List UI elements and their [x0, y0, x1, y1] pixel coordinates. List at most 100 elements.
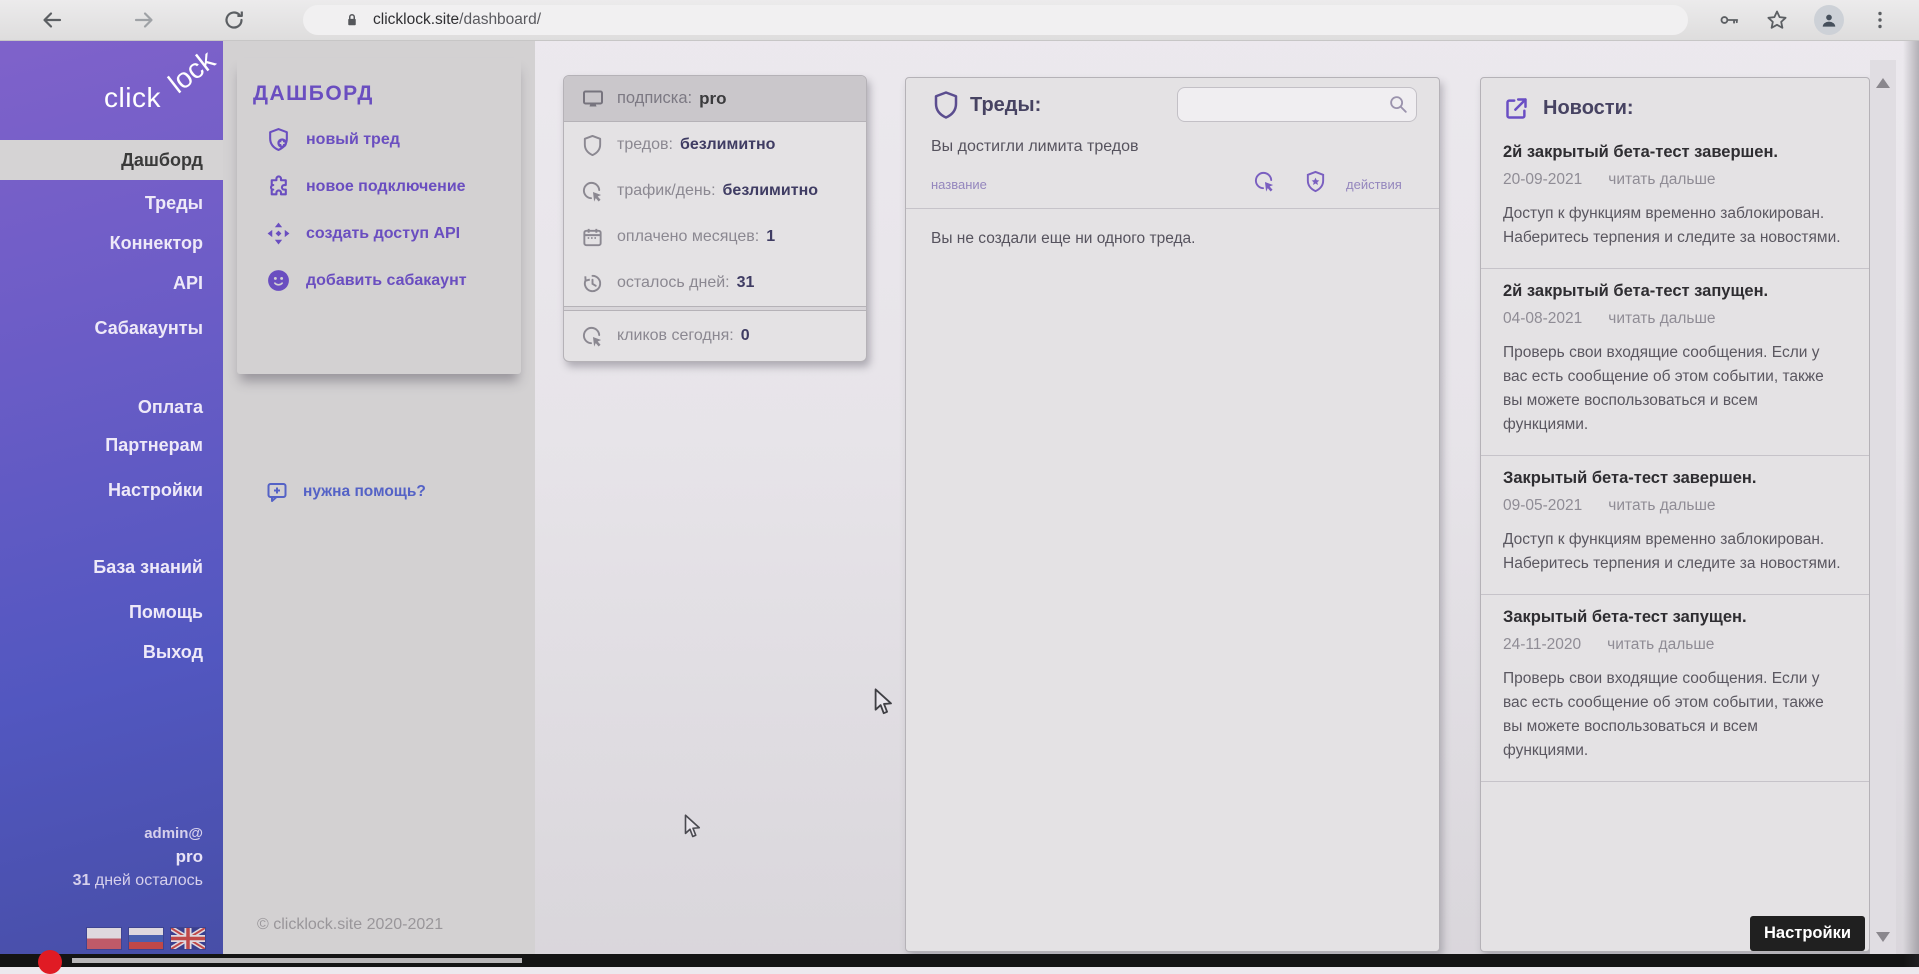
sidebar-item-settings[interactable]: Настройки [0, 475, 223, 505]
need-help-button[interactable]: нужна помощь? [265, 472, 426, 512]
russian-flag-icon[interactable] [129, 928, 163, 949]
new-thread-button[interactable]: новый тред [266, 116, 513, 163]
browser-menu-icon[interactable] [1868, 8, 1892, 32]
paid-months-label: оплачено месяцев: [617, 228, 759, 246]
read-more-link[interactable]: читать дальше [1607, 636, 1714, 654]
puzzle-icon [266, 174, 291, 199]
news-item-body: Проверь свои входящие сообщения. Если у … [1503, 341, 1847, 437]
calendar-icon [581, 226, 604, 249]
page-scrollbar[interactable] [1870, 60, 1896, 955]
column-header-actions: действия [1346, 177, 1402, 192]
paid-months-row: оплачено месяцев: 1 [564, 214, 866, 260]
polish-flag-icon[interactable] [87, 928, 121, 949]
refresh-icon[interactable] [222, 8, 246, 32]
external-link-icon [1503, 95, 1530, 122]
news-header: Новости: [1481, 78, 1869, 130]
threads-limit-message: Вы достигли лимита тредов [931, 138, 1139, 156]
search-icon[interactable] [1387, 93, 1409, 115]
sidebar-item-connector[interactable]: Коннектор [0, 228, 223, 258]
monitor-icon [581, 87, 605, 111]
sidebar-user-info: admin@ pro 31 дней осталось [0, 823, 223, 893]
new-thread-label: новый тред [306, 131, 400, 149]
subscription-value: pro [699, 89, 726, 109]
lock-icon[interactable] [343, 11, 361, 29]
sidebar-item-dashboard[interactable]: Дашборд [0, 140, 223, 180]
subscription-label: подписка: [617, 89, 692, 108]
video-progress-bar[interactable] [72, 958, 522, 963]
threads-limit-value: безлимитно [680, 136, 775, 154]
table-divider [906, 208, 1439, 209]
column-header-name: название [931, 177, 987, 192]
cursor-click-icon [581, 180, 604, 203]
address-bar[interactable]: clicklock.site/dashboard/ [303, 5, 1688, 35]
profile-avatar[interactable] [1814, 5, 1844, 35]
read-more-link[interactable]: читать дальше [1608, 497, 1715, 515]
news-item-title: 2й закрытый бета-тест завершен. [1503, 143, 1847, 162]
move-arrows-icon [266, 221, 291, 246]
clicks-today-value: 0 [741, 327, 750, 345]
news-item-date: 04-08-2021 [1503, 310, 1582, 328]
cursor-click-icon [581, 325, 604, 348]
sidebar-item-subaccounts[interactable]: Сабакаунты [0, 313, 223, 343]
read-more-link[interactable]: читать дальше [1608, 171, 1715, 189]
logo-part-click: click [104, 82, 161, 114]
threads-search-box [1177, 87, 1417, 122]
add-subaccount-button[interactable]: добавить сабакаунт [266, 257, 513, 304]
sidebar-item-threads[interactable]: Треды [0, 188, 223, 218]
dashboard-column: ДАШБОРД новый тред новое подключение соз… [223, 40, 535, 967]
english-flag-icon[interactable] [171, 928, 205, 949]
subscription-card: подписка: pro тредов: безлимитно трафик/… [563, 75, 867, 362]
threads-empty-message: Вы не создали еще ни одного треда. [931, 230, 1195, 248]
logo-part-lock: lock [163, 44, 222, 100]
smiley-icon [266, 268, 291, 293]
sidebar-item-logout[interactable]: Выход [0, 637, 223, 667]
read-more-link[interactable]: читать дальше [1608, 310, 1715, 328]
new-connection-button[interactable]: новое подключение [266, 163, 513, 210]
news-item-body: Доступ к функциям временно заблокирован.… [1503, 528, 1847, 576]
sidebar-item-payment[interactable]: Оплата [0, 392, 223, 422]
clicklock-logo[interactable]: click lock [0, 40, 223, 148]
sidebar-item-partners[interactable]: Партнерам [0, 430, 223, 460]
sidebar-item-api[interactable]: API [0, 268, 223, 298]
user-days-left: 31 дней осталось [0, 869, 203, 893]
clicks-today-label: кликов сегодня: [617, 327, 734, 345]
threads-limit-row: тредов: безлимитно [564, 122, 866, 168]
threads-search-input[interactable] [1188, 91, 1382, 118]
shield-plus-icon [266, 127, 291, 152]
clicks-column-icon [1253, 170, 1276, 193]
subscription-header: подписка: pro [564, 76, 866, 122]
news-item-date: 09-05-2021 [1503, 497, 1582, 515]
shield-star-column-icon [1304, 170, 1327, 193]
days-left-value: 31 [737, 274, 755, 292]
video-progress-strip [0, 954, 1919, 967]
url-domain: clicklock.site [373, 11, 459, 28]
back-icon[interactable] [40, 8, 64, 32]
sidebar: click lock Дашборд Треды Коннектор API С… [0, 40, 223, 967]
shield-icon [931, 90, 961, 120]
bookmark-star-icon[interactable] [1765, 8, 1789, 32]
user-plan: pro [0, 845, 203, 869]
sidebar-item-knowledge-base[interactable]: База знаний [0, 552, 223, 582]
shield-icon [581, 134, 604, 157]
sidebar-item-help[interactable]: Помощь [0, 597, 223, 627]
news-panel: Новости: 2й закрытый бета-тест завершен.… [1480, 77, 1870, 952]
clock-history-icon [581, 272, 604, 295]
url-path: /dashboard/ [459, 11, 541, 28]
url-text[interactable]: clicklock.site/dashboard/ [373, 11, 541, 29]
settings-tooltip: Настройки [1750, 916, 1865, 951]
scroll-down-arrow[interactable] [1876, 932, 1890, 942]
scroll-up-arrow[interactable] [1876, 78, 1890, 88]
threads-panel: Треды: Вы достигли лимита тредов названи… [905, 77, 1440, 952]
create-api-access-button[interactable]: создать доступ API [266, 210, 513, 257]
forward-icon[interactable] [132, 8, 156, 32]
add-subaccount-label: добавить сабакаунт [306, 272, 467, 290]
user-email: admin@ [0, 823, 203, 845]
dashboard-actions-card: ДАШБОРД новый тред новое подключение соз… [237, 58, 521, 374]
news-title: Новости: [1543, 97, 1634, 120]
key-icon[interactable] [1718, 9, 1740, 31]
copyright: © clicklock.site 2020-2021 [257, 916, 443, 934]
video-scrubber-dot[interactable] [38, 950, 62, 974]
threads-limit-label: тредов: [617, 136, 673, 154]
browser-toolbar: clicklock.site/dashboard/ [0, 0, 1919, 41]
days-left-row: осталось дней: 31 [564, 260, 866, 306]
